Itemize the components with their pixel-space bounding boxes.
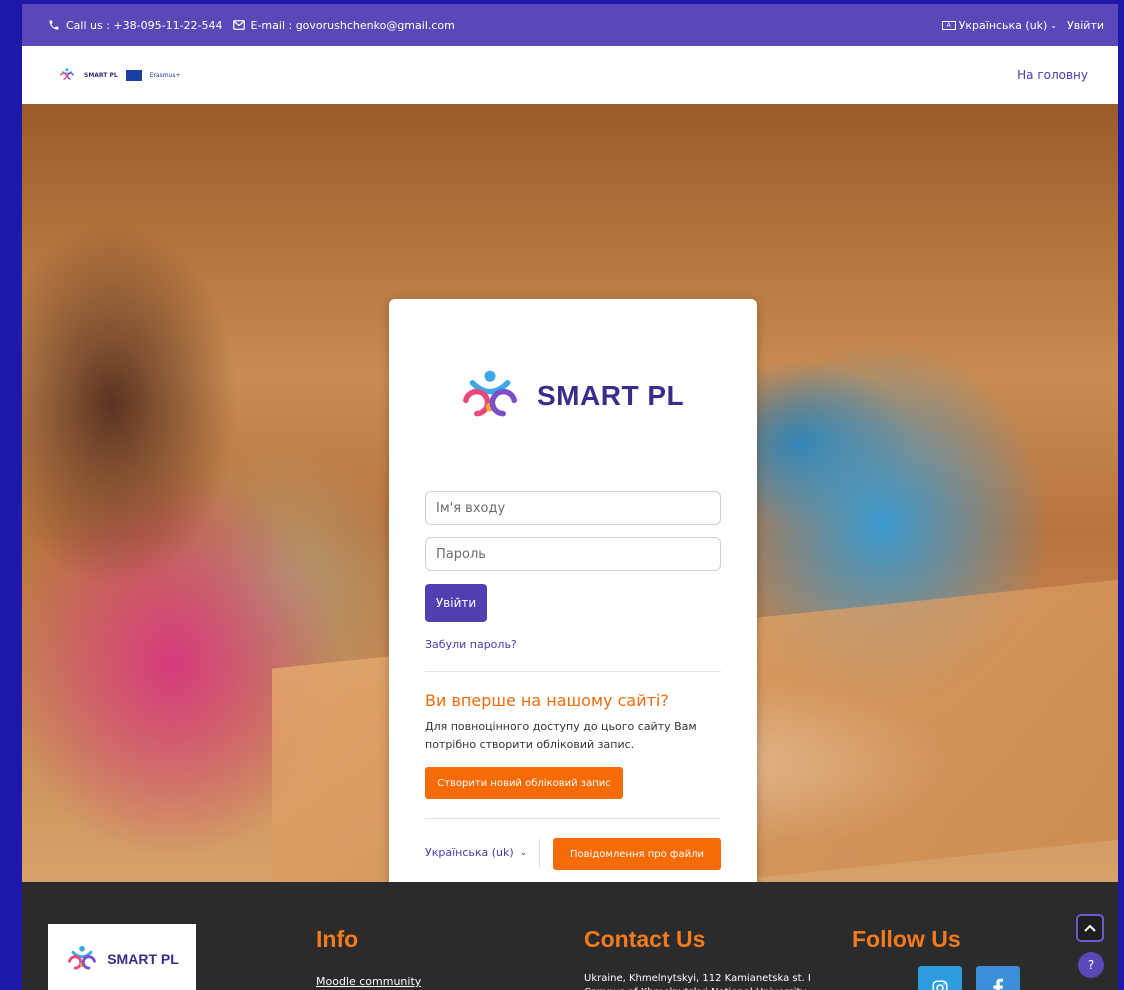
login-logo: SMART PL xyxy=(457,369,684,423)
mail-icon xyxy=(232,20,245,30)
eu-flag-icon xyxy=(125,69,142,81)
username-input[interactable] xyxy=(425,491,721,525)
first-time-description: Для повноцінного доступу до цього сайту … xyxy=(425,720,697,751)
login-logo-text: SMART PL xyxy=(537,380,685,411)
forgot-password-link[interactable]: Забули пароль? xyxy=(425,638,517,651)
home-link[interactable]: На головну xyxy=(1017,68,1088,82)
chevron-down-icon: ⌄ xyxy=(519,847,528,858)
smart-pl-logo-icon xyxy=(463,370,517,417)
instagram-link[interactable] xyxy=(918,966,962,990)
language-select-label: Українська (uk) xyxy=(425,846,514,859)
brand-text: SMART PL xyxy=(84,71,118,79)
first-time-title: Ви вперше на нашому сайті? xyxy=(425,691,669,710)
page-frame: Call us : +38-095-11-22-544 E-mail : gov… xyxy=(22,4,1118,990)
language-label: Українська (uk) xyxy=(958,18,1048,32)
chevron-up-icon xyxy=(1084,924,1096,932)
login-card: SMART PL Увійти Забули пароль? Ви вперше… xyxy=(389,299,757,909)
cookie-notice-button[interactable]: Повідомлення про файли xyxy=(553,838,721,870)
smart-pl-logo-icon xyxy=(68,945,97,970)
brand-logo[interactable]: SMART PL Erasmus+ xyxy=(58,68,1017,82)
footer-info-title: Info xyxy=(316,926,359,952)
divider xyxy=(425,671,721,672)
password-input[interactable] xyxy=(425,537,721,571)
language-menu[interactable]: A Українська (uk) ⌄ xyxy=(941,18,1058,32)
footer-contact-title: Contact Us xyxy=(584,926,706,952)
help-button[interactable]: ? xyxy=(1078,952,1104,978)
back-to-top-button[interactable] xyxy=(1076,914,1104,942)
footer-logo-text: SMART PL xyxy=(107,951,179,967)
phone-icon xyxy=(48,19,60,31)
contact-address: Ukraine, Khmelnytskyi, 112 Kamianetska s… xyxy=(584,973,811,990)
moodle-community-link[interactable]: Moodle community xyxy=(316,975,421,988)
email-text[interactable]: E-mail : govorushchenko@gmail.com xyxy=(251,19,455,32)
login-button[interactable]: Увійти xyxy=(425,584,487,622)
instagram-icon xyxy=(932,980,948,990)
top-bar: Call us : +38-095-11-22-544 E-mail : gov… xyxy=(22,4,1118,46)
create-account-button[interactable]: Створити новий обліковий запис xyxy=(425,767,623,799)
site-footer: SMART PL Info Moodle community Contact U… xyxy=(22,882,1118,990)
site-header: SMART PL Erasmus+ На головну xyxy=(22,46,1118,104)
footer-logo: SMART PL xyxy=(48,924,196,990)
language-icon: A xyxy=(941,20,956,30)
chevron-down-icon: ⌄ xyxy=(1050,20,1058,30)
facebook-icon xyxy=(993,978,1003,990)
facebook-link[interactable] xyxy=(976,966,1020,990)
login-link[interactable]: Увійти xyxy=(1067,19,1104,32)
erasmus-text: Erasmus+ xyxy=(149,71,181,79)
phone-text: Call us : +38-095-11-22-544 xyxy=(66,18,223,32)
divider xyxy=(425,818,721,819)
footer-follow-title: Follow Us xyxy=(852,926,961,952)
smart-pl-logo-icon xyxy=(59,68,75,80)
divider xyxy=(539,839,540,867)
language-select[interactable]: Українська (uk) ⌄ xyxy=(425,846,527,859)
